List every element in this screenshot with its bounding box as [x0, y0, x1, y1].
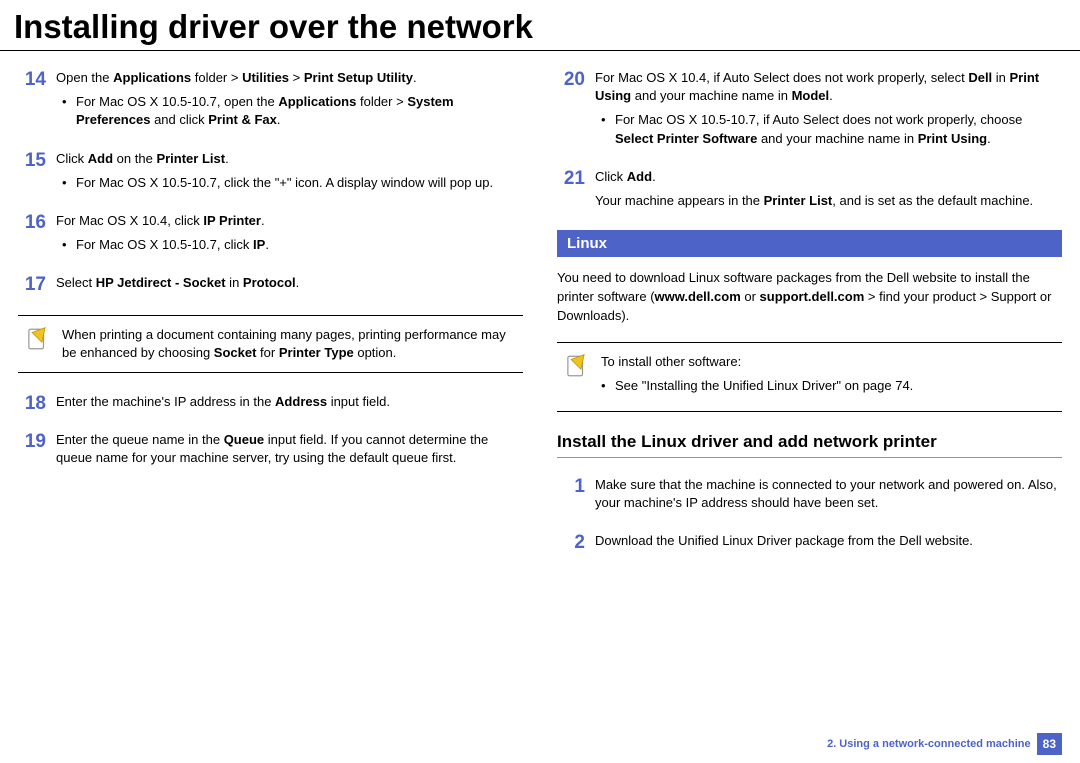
- step-number: 2: [557, 532, 585, 556]
- step-text: Enter the queue name in the Queue input …: [56, 431, 523, 467]
- bullet-dot: •: [62, 236, 68, 254]
- step-19: 19 Enter the queue name in the Queue inp…: [18, 431, 523, 473]
- step-text: Enter the machine's IP address in the Ad…: [56, 393, 523, 411]
- left-column: 14 Open the Applications folder > Utilit…: [18, 69, 523, 571]
- note-text: To install other software: • See "Instal…: [601, 353, 1056, 401]
- step-body: Click Add. Your machine appears in the P…: [595, 168, 1062, 216]
- subheading-install-linux: Install the Linux driver and add network…: [557, 432, 1062, 458]
- content-columns: 14 Open the Applications folder > Utilit…: [0, 51, 1080, 571]
- bullet-item: • For Mac OS X 10.5-10.7, click the "+" …: [62, 174, 523, 192]
- page-footer: 2. Using a network-connected machine 83: [827, 733, 1062, 755]
- step-body: Make sure that the machine is connected …: [595, 476, 1062, 518]
- step-text: Make sure that the machine is connected …: [595, 476, 1062, 512]
- bullet-item: • For Mac OS X 10.5-10.7, open the Appli…: [62, 93, 523, 129]
- step-number: 20: [557, 69, 585, 154]
- note-box: To install other software: • See "Instal…: [557, 342, 1062, 412]
- step-body: Open the Applications folder > Utilities…: [56, 69, 523, 136]
- right-column: 20 For Mac OS X 10.4, if Auto Select doe…: [557, 69, 1062, 571]
- step-15: 15 Click Add on the Printer List. • For …: [18, 150, 523, 198]
- step-body: Download the Unified Linux Driver packag…: [595, 532, 1062, 556]
- bullet-text: For Mac OS X 10.5-10.7, click IP.: [76, 236, 269, 254]
- bullet-item: • For Mac OS X 10.5-10.7, click IP.: [62, 236, 523, 254]
- step-text: For Mac OS X 10.4, click IP Printer.: [56, 212, 523, 230]
- step-text: Click Add on the Printer List.: [56, 150, 523, 168]
- step-18: 18 Enter the machine's IP address in the…: [18, 393, 523, 417]
- bullet-item: • See "Installing the Unified Linux Driv…: [601, 377, 1056, 395]
- step-text: Download the Unified Linux Driver packag…: [595, 532, 1062, 550]
- step-number: 19: [18, 431, 46, 473]
- step-14: 14 Open the Applications folder > Utilit…: [18, 69, 523, 136]
- bullet-dot: •: [601, 111, 607, 147]
- bullet-dot: •: [601, 377, 607, 395]
- section-heading-linux: Linux: [557, 230, 1062, 257]
- bullet-item: • For Mac OS X 10.5-10.7, if Auto Select…: [601, 111, 1062, 147]
- note-icon: [563, 353, 589, 379]
- note-text: When printing a document containing many…: [62, 326, 517, 362]
- bullet-text: See "Installing the Unified Linux Driver…: [615, 377, 913, 395]
- step-number: 1: [557, 476, 585, 518]
- step-17: 17 Select HP Jetdirect - Socket in Proto…: [18, 274, 523, 298]
- bullet-text: For Mac OS X 10.5-10.7, open the Applica…: [76, 93, 523, 129]
- step-number: 18: [18, 393, 46, 417]
- linux-step-2: 2 Download the Unified Linux Driver pack…: [557, 532, 1062, 556]
- step-number: 15: [18, 150, 46, 198]
- step-text: For Mac OS X 10.4, if Auto Select does n…: [595, 69, 1062, 105]
- step-body: Select HP Jetdirect - Socket in Protocol…: [56, 274, 523, 298]
- step-20: 20 For Mac OS X 10.4, if Auto Select doe…: [557, 69, 1062, 154]
- step-text: Select HP Jetdirect - Socket in Protocol…: [56, 274, 523, 292]
- linux-step-1: 1 Make sure that the machine is connecte…: [557, 476, 1062, 518]
- step-text: Your machine appears in the Printer List…: [595, 192, 1062, 210]
- step-body: For Mac OS X 10.4, click IP Printer. • F…: [56, 212, 523, 260]
- intro-paragraph: You need to download Linux software pack…: [557, 269, 1062, 326]
- note-box: When printing a document containing many…: [18, 315, 523, 373]
- step-text: Open the Applications folder > Utilities…: [56, 69, 523, 87]
- step-body: Enter the machine's IP address in the Ad…: [56, 393, 523, 417]
- bullet-dot: •: [62, 93, 68, 129]
- footer-chapter: 2. Using a network-connected machine: [827, 738, 1037, 750]
- page-title: Installing driver over the network: [0, 0, 1080, 51]
- bullet-text: For Mac OS X 10.5-10.7, if Auto Select d…: [615, 111, 1062, 147]
- step-21: 21 Click Add. Your machine appears in th…: [557, 168, 1062, 216]
- note-icon: [24, 326, 50, 352]
- step-number: 16: [18, 212, 46, 260]
- step-body: Enter the queue name in the Queue input …: [56, 431, 523, 473]
- step-body: For Mac OS X 10.4, if Auto Select does n…: [595, 69, 1062, 154]
- step-body: Click Add on the Printer List. • For Mac…: [56, 150, 523, 198]
- step-number: 17: [18, 274, 46, 298]
- bullet-dot: •: [62, 174, 68, 192]
- bullet-text: For Mac OS X 10.5-10.7, click the "+" ic…: [76, 174, 493, 192]
- step-text: Click Add.: [595, 168, 1062, 186]
- step-number: 21: [557, 168, 585, 216]
- step-16: 16 For Mac OS X 10.4, click IP Printer. …: [18, 212, 523, 260]
- step-number: 14: [18, 69, 46, 136]
- footer-page-number: 83: [1037, 733, 1062, 755]
